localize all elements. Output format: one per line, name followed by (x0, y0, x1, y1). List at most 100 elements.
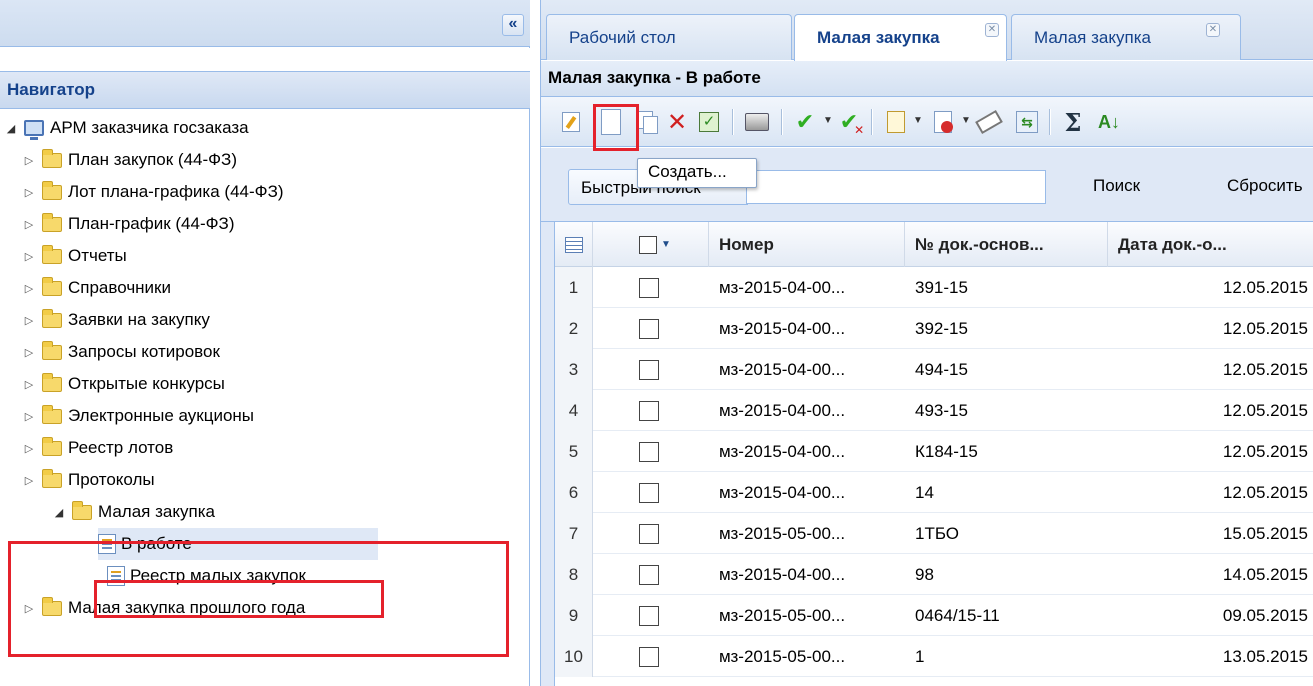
tree-node-folder[interactable]: ▷ Лот плана-графика (44-ФЗ) (22, 176, 284, 208)
tree-node-folder[interactable]: ▷ Протоколы (22, 464, 155, 496)
eraser-icon[interactable] (975, 109, 1003, 135)
document-edit-dropdown-icon[interactable]: ▼ (913, 115, 923, 126)
row-checkbox-cell[interactable] (639, 431, 679, 472)
document-reject-dropdown-icon[interactable]: ▼ (961, 115, 971, 126)
tree-node-root[interactable]: ◢ АРМ заказчика госзаказа (4, 112, 249, 144)
row-checkbox-cell[interactable] (639, 267, 679, 308)
grid-settings-icon[interactable] (565, 236, 583, 253)
doc-basis-cell: 1 (915, 646, 925, 666)
tree-expanded-arrow-icon[interactable]: ◢ (52, 506, 66, 519)
row-checkbox-cell[interactable] (639, 513, 679, 554)
edit-icon[interactable] (559, 109, 583, 135)
tree-node-folder[interactable]: ▷ Электронные аукционы (22, 400, 254, 432)
tree-node-folder[interactable]: ▷ Запросы котировок (22, 336, 220, 368)
doc-basis-cell: 392-15 (915, 318, 968, 338)
tree-collapsed-arrow-icon[interactable]: ▷ (22, 186, 36, 199)
tree-expanded-arrow-icon[interactable]: ◢ (4, 122, 18, 135)
row-checkbox[interactable] (639, 318, 659, 339)
row-checkbox[interactable] (639, 523, 659, 544)
reset-button[interactable]: Сбросить (1227, 176, 1303, 196)
folder-icon (42, 436, 62, 456)
row-checkbox-cell[interactable] (639, 636, 679, 677)
delete-icon[interactable]: ✕ (665, 109, 689, 136)
table-row[interactable]: 9 мз-2015-05-00... 0464/15-11 09.05.2015 (555, 595, 1313, 636)
table-row[interactable]: 6 мз-2015-04-00... 14 12.05.2015 (555, 472, 1313, 513)
tree-collapsed-arrow-icon[interactable]: ▷ (22, 314, 36, 327)
tab-small-purchase-active[interactable]: Малая закупка ✕ (794, 14, 1007, 61)
row-checkbox[interactable] (639, 277, 659, 298)
tab-close-icon[interactable]: ✕ (985, 23, 999, 37)
sort-icon[interactable]: A↓ (1097, 109, 1121, 135)
tree-node-folder[interactable]: ▷ План закупок (44-ФЗ) (22, 144, 237, 176)
document-edit-icon[interactable] (884, 109, 908, 135)
row-checkbox-cell[interactable] (639, 308, 679, 349)
tree-collapsed-arrow-icon[interactable]: ▷ (22, 154, 36, 167)
tree-collapsed-arrow-icon[interactable]: ▷ (22, 474, 36, 487)
tree-collapsed-arrow-icon[interactable]: ▷ (22, 282, 36, 295)
row-checkbox-cell[interactable] (639, 349, 679, 390)
table-row[interactable]: 8 мз-2015-04-00... 98 14.05.2015 (555, 554, 1313, 595)
approve-dropdown-icon[interactable]: ▼ (823, 115, 833, 126)
tree-node-folder[interactable]: ▷ Реестр лотов (22, 432, 173, 464)
tree-collapsed-arrow-icon[interactable]: ▷ (22, 250, 36, 263)
row-checkbox-cell[interactable] (639, 390, 679, 431)
tree-node-folder[interactable]: ▷ Отчеты (22, 240, 127, 272)
table-row[interactable]: 10 мз-2015-05-00... 1 13.05.2015 (555, 636, 1313, 677)
content-panel: Рабочий стол Малая закупка ✕ Малая закуп… (540, 0, 1313, 686)
column-settings-header[interactable] (555, 222, 593, 267)
row-checkbox-cell[interactable] (639, 554, 679, 595)
table-row[interactable]: 5 мз-2015-04-00... К184-15 12.05.2015 (555, 431, 1313, 472)
document-reject-icon[interactable] (931, 109, 955, 135)
row-checkbox[interactable] (639, 564, 659, 585)
tree-collapsed-arrow-icon[interactable]: ▷ (22, 378, 36, 391)
row-checkbox[interactable] (639, 441, 659, 462)
column-header-doc-date[interactable]: Дата док.-о... (1108, 222, 1313, 267)
select-all-header[interactable]: ▼ (593, 222, 709, 267)
tree-node-folder[interactable]: ▷ План-график (44-ФЗ) (22, 208, 234, 240)
tree-collapsed-arrow-icon[interactable]: ▷ (22, 346, 36, 359)
quick-search-input[interactable] (746, 170, 1046, 204)
tree-node-folder[interactable]: ▷ Заявки на закупку (22, 304, 210, 336)
column-header-doc-basis[interactable]: № док.-основ... (905, 222, 1108, 267)
row-checkbox-cell[interactable] (639, 472, 679, 513)
select-dropdown-icon[interactable]: ▼ (661, 239, 671, 250)
row-number-cell: 7 (555, 513, 593, 554)
tab-desktop[interactable]: Рабочий стол (546, 14, 792, 60)
column-header-number[interactable]: Номер (709, 222, 905, 267)
tree-collapsed-arrow-icon[interactable]: ▷ (22, 410, 36, 423)
transfer-icon[interactable]: ⇆ (1015, 109, 1039, 135)
table-row[interactable]: 4 мз-2015-04-00... 493-15 12.05.2015 (555, 390, 1313, 431)
tree-collapsed-arrow-icon[interactable]: ▷ (22, 218, 36, 231)
table-row[interactable]: 2 мз-2015-04-00... 392-15 12.05.2015 (555, 308, 1313, 349)
table-row[interactable]: 3 мз-2015-04-00... 494-15 12.05.2015 (555, 349, 1313, 390)
doc-date-cell: 09.05.2015 (1222, 605, 1308, 625)
row-checkbox[interactable] (639, 400, 659, 421)
row-checkbox-cell[interactable] (639, 595, 679, 636)
approve-icon[interactable]: ✔ (793, 109, 817, 135)
highlight-box-create (593, 104, 639, 151)
number-cell: мз-2015-04-00... (719, 318, 846, 338)
tree-node-small-purchase[interactable]: ◢ Малая закупка (52, 496, 215, 528)
tab-close-icon[interactable]: ✕ (1206, 23, 1220, 37)
tree-node-folder[interactable]: ▷ Открытые конкурсы (22, 368, 225, 400)
row-checkbox[interactable] (639, 482, 659, 503)
doc-date-cell: 12.05.2015 (1222, 318, 1308, 338)
doc-date-cell: 15.05.2015 (1222, 523, 1308, 543)
collapse-panel-button[interactable]: « (502, 14, 524, 36)
tab-small-purchase[interactable]: Малая закупка ✕ (1011, 14, 1241, 60)
sum-icon[interactable]: Σ (1061, 108, 1085, 137)
search-button[interactable]: Поиск (1093, 176, 1140, 196)
row-checkbox[interactable] (639, 605, 659, 626)
table-row[interactable]: 1 мз-2015-04-00... 391-15 12.05.2015 (555, 267, 1313, 308)
tree-node-folder[interactable]: ▷ Справочники (22, 272, 171, 304)
check-document-icon[interactable]: ✓ (697, 109, 721, 135)
table-row[interactable]: 7 мз-2015-05-00... 1ТБО 15.05.2015 (555, 513, 1313, 554)
cancel-approve-icon[interactable]: ✔ (837, 109, 865, 137)
tree-collapsed-arrow-icon[interactable]: ▷ (22, 442, 36, 455)
folder-icon (42, 404, 62, 424)
select-all-checkbox[interactable] (639, 235, 657, 254)
grid-left-gutter (541, 222, 555, 686)
row-checkbox[interactable] (639, 359, 659, 380)
row-checkbox[interactable] (639, 646, 659, 667)
print-icon[interactable] (745, 109, 769, 135)
